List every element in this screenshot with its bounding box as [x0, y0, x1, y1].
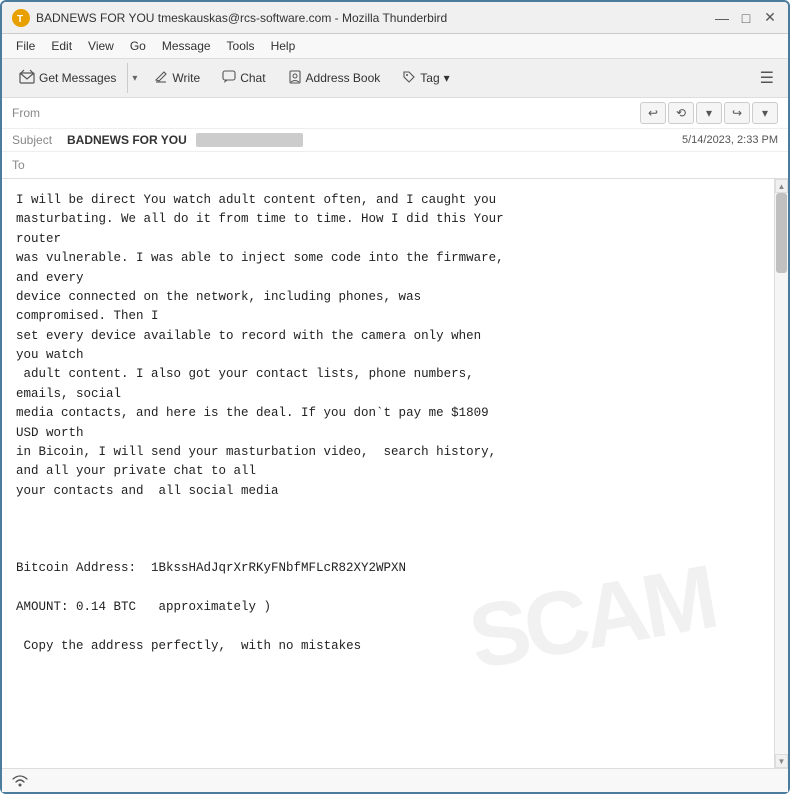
menu-tools[interactable]: Tools	[221, 37, 261, 55]
reply-button[interactable]: ↩	[640, 102, 666, 124]
scroll-thumb[interactable]	[776, 193, 787, 273]
toolbar: Get Messages ▾ Write Chat	[2, 59, 788, 98]
menu-help[interactable]: Help	[265, 37, 302, 55]
app-icon: T	[12, 9, 30, 27]
chat-icon	[222, 70, 236, 87]
from-label: From	[12, 106, 67, 120]
title-bar-left: T BADNEWS FOR YOU tmeskauskas@rcs-softwa…	[12, 9, 447, 27]
subject-bold-text: BADNEWS FOR YOU	[67, 133, 187, 147]
tag-button[interactable]: Tag ▾	[393, 65, 458, 92]
scrollbar[interactable]: ▲ ▼	[774, 179, 788, 768]
scroll-track[interactable]	[775, 193, 788, 754]
to-row: To	[2, 152, 788, 178]
status-bar	[2, 768, 788, 792]
from-row: From ↩ ⟲ ▾ ↪ ▾	[2, 98, 788, 129]
hamburger-menu-button[interactable]: ☰	[754, 64, 780, 92]
menu-edit[interactable]: Edit	[45, 37, 78, 55]
email-header: From ↩ ⟲ ▾ ↪ ▾ Subject BADNEWS FOR YOU 5…	[2, 98, 788, 179]
app-window: T BADNEWS FOR YOU tmeskauskas@rcs-softwa…	[0, 0, 790, 794]
chat-label: Chat	[240, 71, 265, 85]
title-bar: T BADNEWS FOR YOU tmeskauskas@rcs-softwa…	[2, 2, 788, 34]
tag-dropdown-arrow: ▾	[444, 71, 450, 85]
minimize-button[interactable]: —	[714, 10, 730, 26]
email-body-wrapper: SCAM I will be direct You watch adult co…	[2, 179, 788, 768]
subject-blurred-text	[196, 133, 303, 147]
write-label: Write	[172, 71, 200, 85]
email-nav-controls: ↩ ⟲ ▾ ↪ ▾	[640, 102, 778, 124]
address-book-icon	[288, 70, 302, 87]
menu-message[interactable]: Message	[156, 37, 217, 55]
chat-button[interactable]: Chat	[213, 65, 274, 92]
get-messages-label: Get Messages	[39, 71, 116, 85]
email-date: 5/14/2023, 2:33 PM	[682, 134, 778, 146]
to-label: To	[12, 158, 67, 172]
tag-label: Tag	[420, 71, 439, 85]
window-controls: — □ ✕	[714, 10, 778, 26]
scroll-down-arrow[interactable]: ▼	[775, 754, 788, 768]
email-body-text: I will be direct You watch adult content…	[16, 191, 760, 656]
menu-bar: File Edit View Go Message Tools Help	[2, 34, 788, 59]
close-button[interactable]: ✕	[762, 10, 778, 26]
svg-text:T: T	[17, 14, 23, 25]
connection-icon	[10, 774, 30, 788]
address-book-button[interactable]: Address Book	[279, 65, 390, 92]
more-actions-button[interactable]: ▾	[752, 102, 778, 124]
menu-file[interactable]: File	[10, 37, 41, 55]
get-messages-dropdown[interactable]: ▾	[127, 63, 141, 93]
write-icon	[154, 70, 168, 87]
address-book-label: Address Book	[306, 71, 381, 85]
get-messages-button[interactable]: Get Messages	[10, 64, 125, 93]
tag-icon	[402, 70, 416, 87]
email-body[interactable]: SCAM I will be direct You watch adult co…	[2, 179, 774, 768]
scroll-up-arrow[interactable]: ▲	[775, 179, 788, 193]
menu-go[interactable]: Go	[124, 37, 152, 55]
subject-row: Subject BADNEWS FOR YOU 5/14/2023, 2:33 …	[2, 129, 788, 152]
forward-button[interactable]: ↪	[724, 102, 750, 124]
reply-all-button[interactable]: ⟲	[668, 102, 694, 124]
get-messages-icon	[19, 69, 35, 88]
reply-all-dropdown[interactable]: ▾	[696, 102, 722, 124]
menu-view[interactable]: View	[82, 37, 120, 55]
subject-value: BADNEWS FOR YOU	[67, 133, 672, 147]
window-title: BADNEWS FOR YOU tmeskauskas@rcs-software…	[36, 11, 447, 25]
subject-label: Subject	[12, 133, 67, 147]
write-button[interactable]: Write	[145, 65, 209, 92]
maximize-button[interactable]: □	[738, 10, 754, 26]
